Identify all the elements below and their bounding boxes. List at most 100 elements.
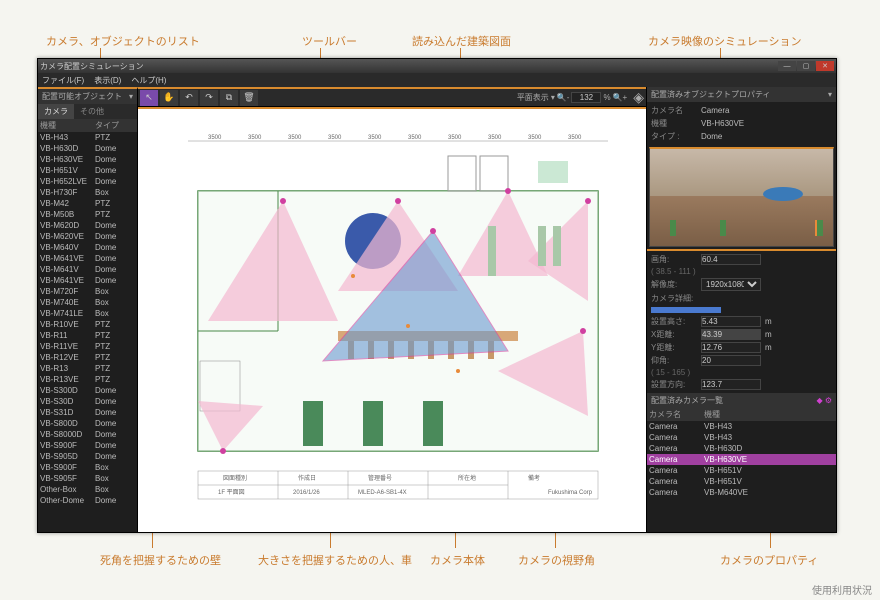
svg-text:3500: 3500 (328, 135, 342, 141)
list-item[interactable]: VB-M720FBox (38, 286, 137, 297)
placed-list-header: 配置済みカメラ一覧◆ ⚙ (647, 393, 836, 408)
list-item[interactable]: VB-S900FDome (38, 440, 137, 451)
col-type: タイプ (95, 120, 119, 131)
list-item[interactable]: VB-M641VDome (38, 264, 137, 275)
titlebar[interactable]: カメラ配置シミュレーション — ▢ ✕ (38, 59, 836, 73)
list-item[interactable]: VB-M740EBox (38, 297, 137, 308)
ydist-input[interactable] (701, 342, 761, 353)
tool-undo[interactable]: ↶ (180, 90, 198, 106)
tab-camera[interactable]: カメラ (38, 104, 74, 119)
view-mode-label[interactable]: 平面表示 (517, 92, 549, 103)
list-item[interactable]: VB-S31DDome (38, 407, 137, 418)
table-row[interactable]: CameraVB-H43 (647, 421, 836, 432)
svg-text:3500: 3500 (488, 135, 502, 141)
toolbar: ↖ ✋ ↶ ↷ ⧉ 🗑 平面表示▾ 🔍- % 🔍+ ◈ (138, 87, 646, 107)
menu-display[interactable]: 表示(D) (94, 75, 121, 86)
list-item[interactable]: VB-H43PTZ (38, 132, 137, 143)
placed-camera-list[interactable]: CameraVB-H43CameraVB-H43CameraVB-H630DCa… (647, 421, 836, 532)
minimize-button[interactable]: — (778, 61, 796, 71)
list-item[interactable]: VB-S905FBox (38, 473, 137, 484)
zoom-in-icon[interactable]: 🔍+ (613, 93, 628, 102)
maximize-button[interactable]: ▢ (797, 61, 815, 71)
zoom-out-icon[interactable]: 🔍- (557, 93, 570, 102)
tool-pan[interactable]: ✋ (160, 90, 178, 106)
resolution-select[interactable]: 1920x1080 (701, 278, 761, 291)
list-item[interactable]: VB-H630DDome (38, 143, 137, 154)
list-item[interactable]: VB-H730FBox (38, 187, 137, 198)
list-item[interactable]: VB-M640VDome (38, 242, 137, 253)
svg-text:3500: 3500 (408, 135, 422, 141)
svg-text:管理番号: 管理番号 (368, 474, 392, 482)
table-row[interactable]: CameraVB-H651V (647, 465, 836, 476)
tool-pointer[interactable]: ↖ (140, 90, 158, 106)
callout-props: カメラのプロパティ (720, 552, 818, 568)
menu-help[interactable]: ヘルプ(H) (131, 75, 166, 86)
list-item[interactable]: VB-M620DDome (38, 220, 137, 231)
menu-file[interactable]: ファイル(F) (42, 75, 84, 86)
list-item[interactable]: VB-M42PTZ (38, 198, 137, 209)
callout-wall: 死角を把握するための壁 (100, 552, 221, 568)
svg-text:作成日: 作成日 (298, 474, 316, 482)
close-button[interactable]: ✕ (816, 61, 834, 71)
prop-model: VB-H630VE (701, 119, 744, 128)
list-item[interactable]: VB-M641VEDome (38, 253, 137, 264)
list-item[interactable]: VB-S300DDome (38, 385, 137, 396)
prop-camera-name: Camera (701, 106, 729, 115)
zoom-input[interactable] (571, 92, 601, 103)
camera-model-list[interactable]: VB-H43PTZVB-H630DDomeVB-H630VEDomeVB-H65… (38, 132, 137, 532)
props-header: 配置済みオブジェクトプロパティ▾ (647, 87, 836, 102)
list-item[interactable]: Other-BoxBox (38, 484, 137, 495)
list-item[interactable]: VB-M620VEDome (38, 231, 137, 242)
prop-type: Dome (701, 132, 722, 141)
list-item[interactable]: VB-H630VEDome (38, 154, 137, 165)
camera-simulation-view[interactable] (649, 147, 834, 247)
callout-camera: カメラ本体 (430, 552, 485, 568)
app-title: カメラ配置シミュレーション (40, 61, 144, 72)
collapse-icon[interactable]: ▾ (129, 92, 133, 101)
list-item[interactable]: VB-M741LEBox (38, 308, 137, 319)
table-row[interactable]: CameraVB-M640VE (647, 487, 836, 498)
callout-scale: 大きさを把握するための人、車 (258, 552, 412, 568)
view-cube-icon[interactable]: ◈ (633, 89, 644, 106)
svg-text:3500: 3500 (568, 135, 582, 141)
list-item[interactable]: VB-R13VEPTZ (38, 374, 137, 385)
list-item[interactable]: VB-R11PTZ (38, 330, 137, 341)
list-item[interactable]: VB-S800DDome (38, 418, 137, 429)
list-item[interactable]: VB-M50BPTZ (38, 209, 137, 220)
table-row[interactable]: CameraVB-H630VE (647, 454, 836, 465)
list-item[interactable]: VB-R11VEPTZ (38, 341, 137, 352)
list-item[interactable]: VB-M641VEDome (38, 275, 137, 286)
table-row[interactable]: CameraVB-H651V (647, 476, 836, 487)
tool-redo[interactable]: ↷ (200, 90, 218, 106)
xdist-input[interactable] (701, 329, 761, 340)
table-row[interactable]: CameraVB-H43 (647, 432, 836, 443)
list-item[interactable]: VB-S30DDome (38, 396, 137, 407)
list-item[interactable]: VB-H651VDome (38, 165, 137, 176)
svg-text:2016/1/26: 2016/1/26 (293, 490, 320, 496)
callout-drawing: 読み込んだ建築図面 (412, 33, 511, 49)
object-list-panel: 配置可能オブジェクト▾ カメラ その他 機種 タイプ VB-H43PTZVB-H… (38, 87, 138, 532)
list-item[interactable]: VB-R12VEPTZ (38, 352, 137, 363)
svg-text:1F 平面図: 1F 平面図 (218, 489, 245, 496)
tool-copy[interactable]: ⧉ (220, 90, 238, 106)
list-item[interactable]: VB-S8000DDome (38, 429, 137, 440)
list-item[interactable]: VB-R13PTZ (38, 363, 137, 374)
list-item[interactable]: Other-DomeDome (38, 495, 137, 506)
drawing-canvas[interactable]: 3500350035003500350035003500350035003500 (138, 107, 646, 532)
list-item[interactable]: VB-H652LVEDome (38, 176, 137, 187)
tool-delete[interactable]: 🗑 (240, 90, 258, 106)
list-item[interactable]: VB-R10VEPTZ (38, 319, 137, 330)
height-input[interactable] (701, 316, 761, 327)
table-row[interactable]: CameraVB-H630D (647, 443, 836, 454)
callout-left-list: カメラ、オブジェクトのリスト (46, 33, 200, 49)
tilt-input[interactable] (701, 355, 761, 366)
direction-input[interactable] (701, 379, 761, 390)
list-item[interactable]: VB-S900FBox (38, 462, 137, 473)
tab-other[interactable]: その他 (74, 104, 110, 119)
list-item[interactable]: VB-S905DDome (38, 451, 137, 462)
col-model: 機種 (40, 120, 95, 131)
progress-bar (651, 307, 721, 313)
floor-plan-svg: 3500350035003500350035003500350035003500 (168, 131, 618, 521)
svg-text:図面種別: 図面種別 (223, 474, 247, 482)
fov-input[interactable] (701, 254, 761, 265)
